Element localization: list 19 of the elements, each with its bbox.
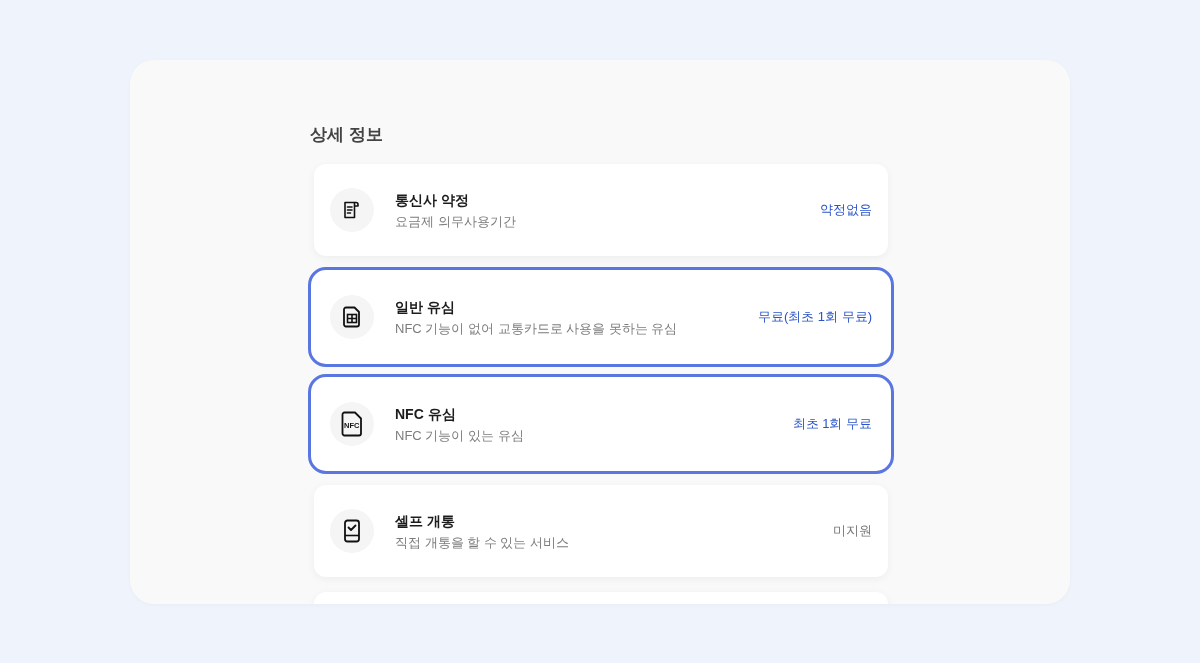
item-description: NFC 기능이 있는 유심 <box>395 426 525 445</box>
document-icon <box>330 188 374 232</box>
item-description: NFC 기능이 없어 교통카드로 사용을 못하는 유심 <box>395 319 679 338</box>
item-title: 일반 유심 <box>395 297 456 317</box>
item-title: 통신사 약정 <box>395 190 470 210</box>
item-value: 미지원 <box>833 522 872 541</box>
item-title: 셀프 개통 <box>395 511 456 531</box>
item-title: NFC 유심 <box>395 404 457 424</box>
info-card[interactable]: 셀프 개통 직접 개통을 할 수 있는 서비스 미지원 <box>314 485 888 577</box>
item-value: 무료(최초 1회 무료) <box>757 308 872 327</box>
item-description: 요금제 의무사용기간 <box>395 212 517 231</box>
section-title: 상세 정보 <box>310 124 384 146</box>
item-value: 최초 1회 무료 <box>792 415 872 434</box>
sim-card-icon <box>330 295 374 339</box>
item-description: 직접 개통을 할 수 있는 서비스 <box>395 533 571 552</box>
item-value: 약정없음 <box>820 201 872 220</box>
info-card[interactable]: 통신사 약정 요금제 의무사용기간 약정없음 <box>314 164 888 256</box>
info-card[interactable]: 일반 유심 NFC 기능이 없어 교통카드로 사용을 못하는 유심 무료(최초 1회 무료) <box>308 267 894 367</box>
phone-check-icon <box>330 509 374 553</box>
